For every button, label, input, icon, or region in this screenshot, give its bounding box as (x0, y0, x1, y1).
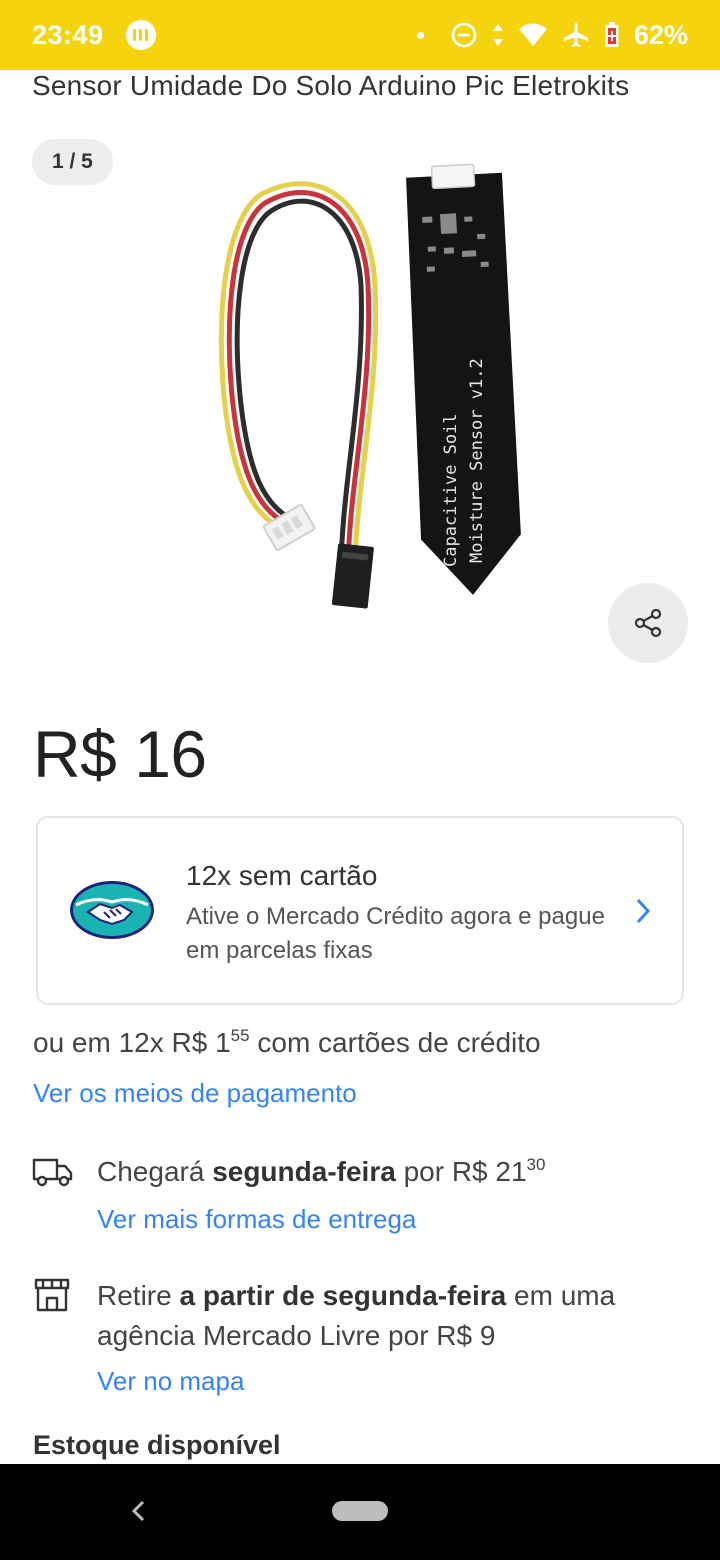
product-title: Sensor Umidade Do Solo Arduino Pic Eletr… (32, 70, 630, 101)
status-icons: 62% (416, 19, 688, 51)
dnd-icon (451, 22, 477, 48)
installments-suffix: com cartões de crédito (249, 1027, 541, 1058)
data-arrows-icon (492, 24, 503, 46)
payment-methods-link[interactable]: Ver os meios de pagamento (33, 1078, 357, 1109)
delivery-day: segunda-feira (212, 1156, 396, 1187)
wifi-icon (518, 23, 547, 46)
installments-cents: 55 (230, 1026, 250, 1045)
app-indicator-icon (125, 20, 156, 50)
delivery-prefix: Chegará (97, 1156, 213, 1187)
airplane-icon (563, 23, 588, 47)
delivery-cents: 30 (526, 1155, 546, 1174)
battery-percentage: 62% (633, 19, 688, 50)
chevron-right-icon (636, 898, 651, 924)
credit-offer-title: 12x sem cartão (186, 860, 378, 891)
credit-offer-card[interactable]: 12x sem cartão Ative o Mercado Crédito a… (36, 816, 684, 1005)
view-map-link[interactable]: Ver no mapa (97, 1366, 244, 1397)
back-icon[interactable] (128, 1498, 148, 1524)
pickup-prefix: Retire (97, 1280, 180, 1311)
home-pill-button[interactable] (332, 1501, 388, 1521)
installments-prefix: ou em 12x R$ 1 (33, 1027, 231, 1058)
installments-text: ou em 12x R$ 155 com cartões de crédito (33, 1026, 541, 1059)
share-button[interactable] (608, 583, 688, 663)
product-image[interactable]: Capacitive Soil Moisture Sensor v1.2 (205, 155, 525, 615)
battery-icon (605, 22, 619, 47)
delivery-price: por R$ 21 (395, 1156, 527, 1187)
pickup-date: a partir de segunda-feira (179, 1280, 507, 1311)
gallery-counter: 1 / 5 (32, 139, 113, 185)
notification-dot-icon (416, 31, 424, 39)
credit-offer-description: Ative o Mercado Crédito agora e pague em… (186, 903, 605, 964)
system-navigation-bar (0, 1464, 720, 1560)
pcb-text-line2: Moisture Sensor v1.2 (467, 358, 487, 563)
stock-heading: Estoque disponível (33, 1430, 281, 1460)
store-icon (34, 1278, 70, 1312)
pcb-text-line1: Capacitive Soil (441, 413, 461, 567)
share-icon (634, 608, 662, 638)
status-time: 23:49 (32, 19, 104, 50)
mercado-pago-handshake-icon (70, 881, 154, 939)
image-gallery[interactable]: 1 / 5 Capacitive Soil Moisture Sensor v1… (0, 125, 720, 680)
delivery-options-link[interactable]: Ver mais formas de entrega (97, 1204, 416, 1235)
pickup-text: Retire a partir de segunda-feira em uma … (97, 1276, 697, 1356)
delivery-text: Chegará segunda-feira por R$ 2130 (97, 1155, 545, 1188)
truck-icon (32, 1158, 73, 1187)
product-price: R$ 16 (33, 717, 207, 791)
status-bar: 23:49 62% (0, 0, 720, 70)
